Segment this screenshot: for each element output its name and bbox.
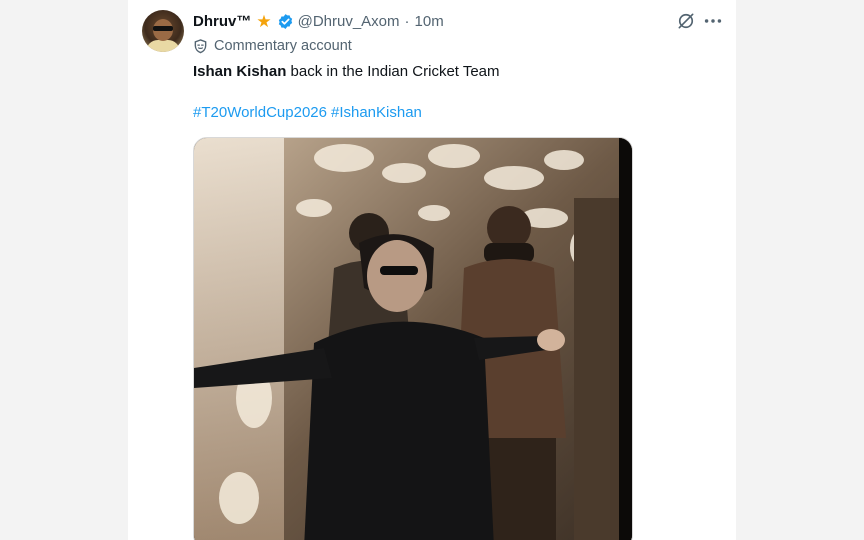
timestamp[interactable]: 10m: [415, 13, 444, 30]
star-icon: ★: [256, 11, 272, 31]
user-handle[interactable]: @Dhruv_Axom: [298, 13, 400, 30]
commentary-text: Commentary account: [214, 38, 352, 54]
hashtag-list: #T20WorldCup2026 #IshanKishan: [193, 103, 422, 123]
video-frame: [194, 138, 632, 540]
more-icon[interactable]: [702, 11, 724, 31]
avatar-sunglasses: [153, 26, 173, 31]
hashtag-link[interactable]: #IshanKishan: [331, 103, 422, 123]
shield-icon: [194, 38, 207, 53]
hashtag-link[interactable]: #T20WorldCup2026: [193, 103, 327, 123]
tweet-card[interactable]: Dhruv™ ★ @Dhruv_Axom · 10m Commentary ac…: [128, 0, 736, 540]
avatar[interactable]: [142, 10, 184, 52]
grok-icon[interactable]: [676, 11, 696, 31]
tweet-media-video[interactable]: [193, 137, 633, 540]
tweet-text-bold: Ishan Kishan: [193, 63, 287, 80]
tweet-header: Dhruv™ ★ @Dhruv_Axom · 10m: [193, 11, 444, 31]
display-name[interactable]: Dhruv™: [193, 13, 251, 30]
tweet-text-rest: back in the Indian Cricket Team: [286, 63, 500, 80]
avatar-body: [146, 40, 180, 52]
tweet-text: Ishan Kishan back in the Indian Cricket …: [193, 62, 713, 82]
separator-dot: ·: [404, 12, 410, 30]
commentary-account-label: Commentary account: [193, 37, 352, 55]
verified-badge-icon: [278, 13, 292, 29]
header-actions: [676, 10, 736, 34]
